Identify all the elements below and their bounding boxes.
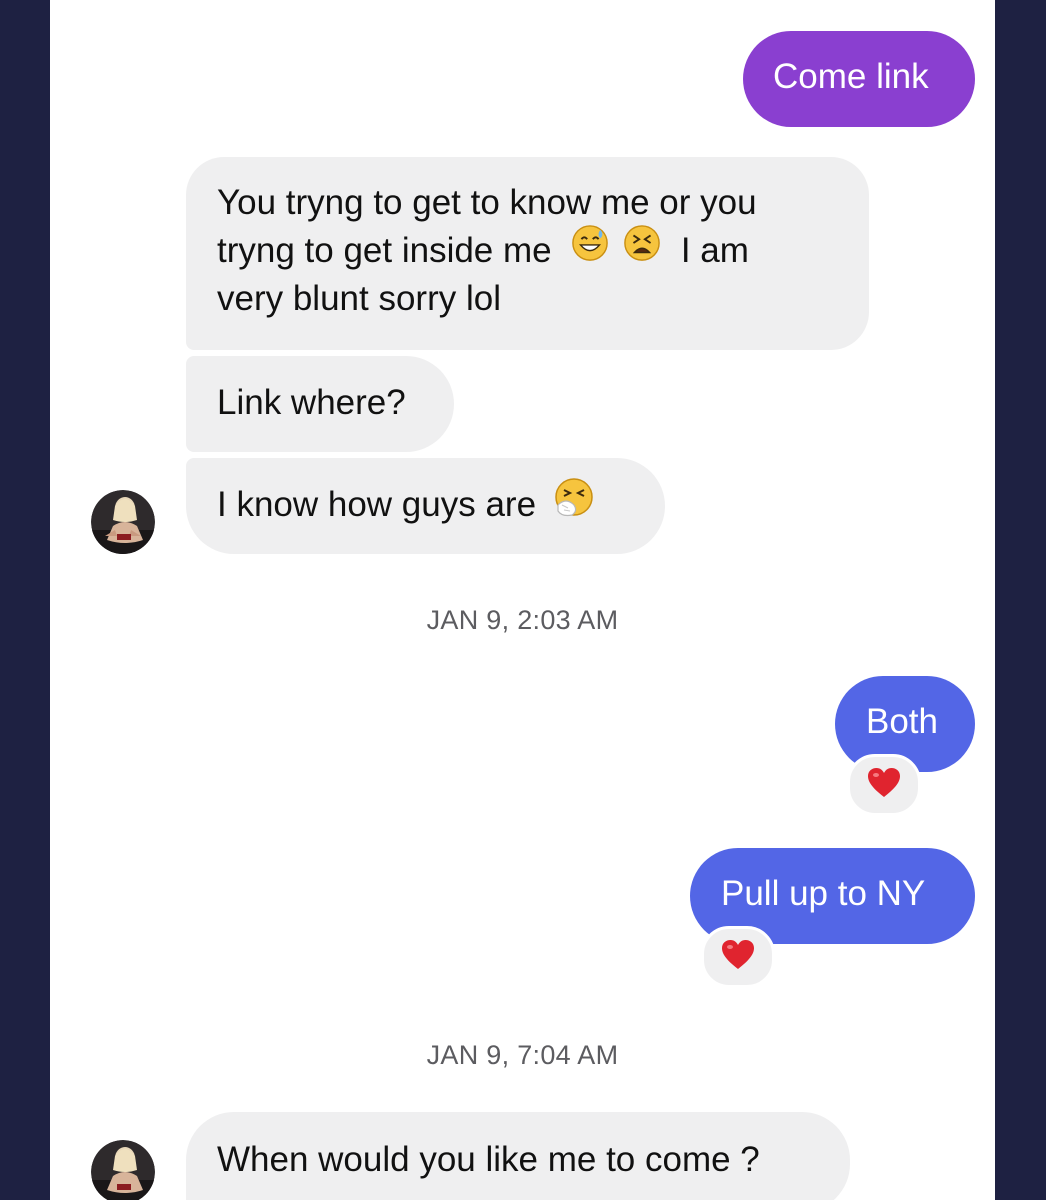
message-bubble-incoming[interactable]: You tryng to get to know me or you tryng… — [186, 157, 869, 350]
message-bubble-incoming[interactable]: Link where? — [186, 356, 454, 452]
sender-avatar[interactable] — [91, 1140, 155, 1200]
message-line: tryng to get inside me I am — [217, 224, 869, 275]
sweat-smile-emoji-icon — [571, 224, 609, 275]
sneezing-face-emoji-icon — [554, 477, 594, 530]
message-text: Come link — [773, 57, 929, 96]
message-bubble-incoming[interactable]: When would you like me to come ? — [186, 1112, 850, 1200]
tired-face-emoji-icon — [623, 224, 661, 275]
message-text: I am — [680, 231, 749, 270]
message-bubble-outgoing[interactable]: Come link — [743, 31, 975, 127]
message-timestamp: JAN 9, 2:03 AM — [426, 605, 619, 635]
red-heart-icon — [867, 767, 901, 803]
message-text: You tryng to get to know me or you — [217, 183, 757, 222]
message-text: Both — [866, 702, 938, 741]
message-text: tryng to get inside me — [217, 231, 552, 270]
message-bubble-incoming[interactable]: I know how guys are — [186, 458, 665, 554]
message-line: You tryng to get to know me or you — [217, 179, 869, 227]
message-line: very blunt sorry lol — [217, 275, 869, 323]
red-heart-icon — [721, 939, 755, 975]
message-timestamp: JAN 9, 7:04 AM — [426, 1040, 619, 1070]
chat-screen: Come link You tryng to get to know me or… — [50, 0, 995, 1200]
message-text: Link where? — [217, 383, 406, 422]
message-text: very blunt sorry lol — [217, 279, 501, 318]
sender-avatar[interactable] — [91, 490, 155, 554]
message-text: I know how guys are — [217, 485, 537, 524]
heart-reaction-badge[interactable] — [701, 926, 775, 988]
message-text: Pull up to NY — [721, 874, 926, 913]
message-text: When would you like me to come ? — [217, 1140, 760, 1179]
heart-reaction-badge[interactable] — [847, 754, 921, 816]
